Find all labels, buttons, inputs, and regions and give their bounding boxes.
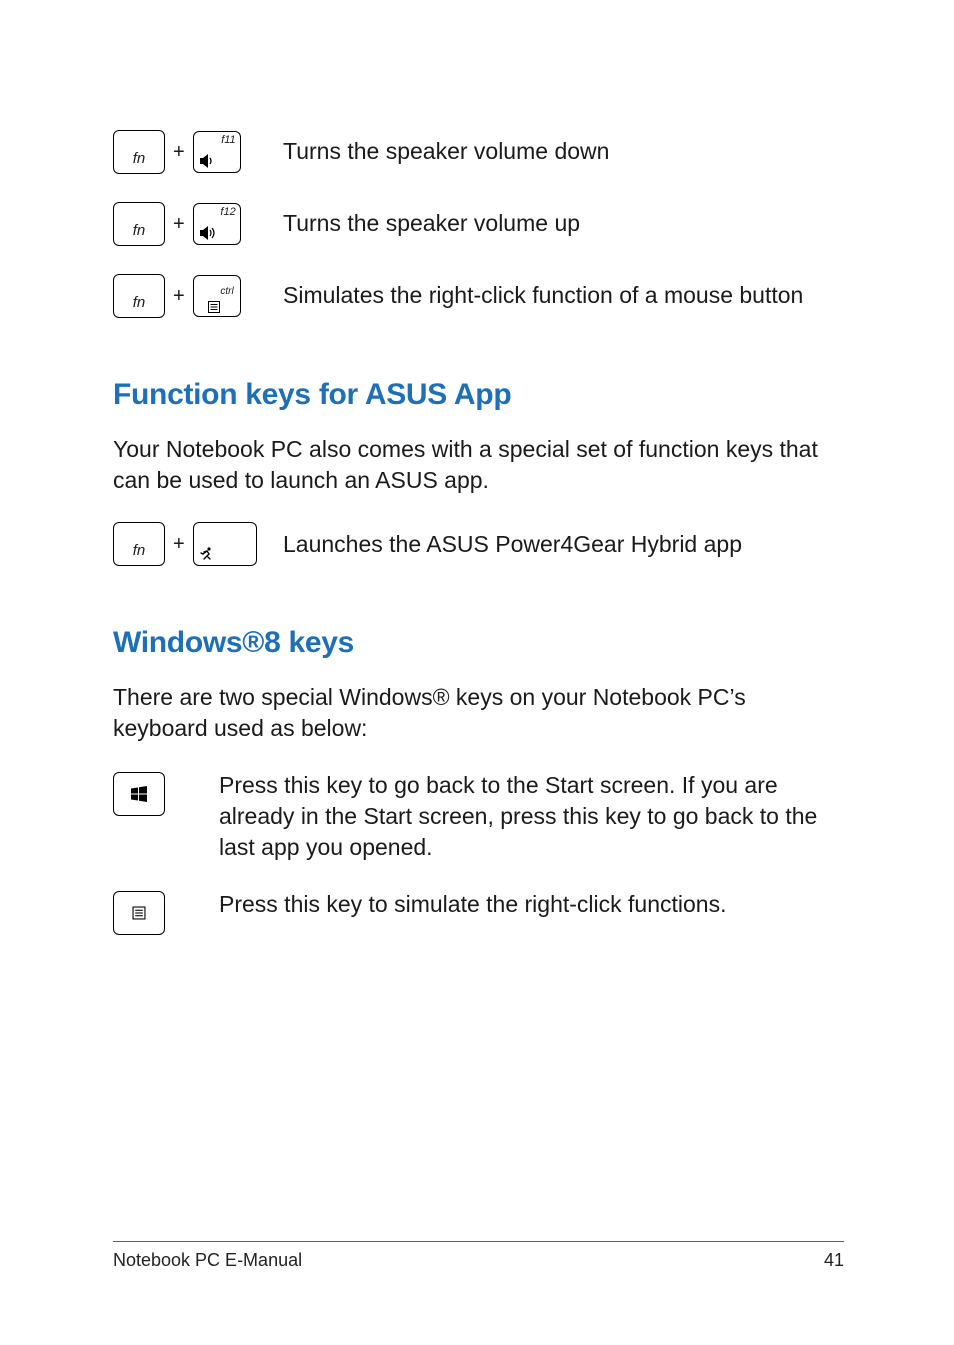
menu-key-right-click: Press this key to simulate the right-cli… [113, 889, 844, 940]
fn-key: fn [113, 130, 165, 174]
description-text: Press this key to go back to the Start s… [213, 770, 844, 863]
section-heading-windows: Windows®8 keys [113, 626, 844, 660]
fn-key: fn [113, 202, 165, 246]
f12-label: f12 [220, 206, 235, 218]
context-menu-icon [133, 907, 146, 920]
f11-label: f11 [221, 134, 235, 146]
key-combo: fn + f12 [113, 202, 263, 246]
description-text: Turns the speaker volume up [263, 208, 844, 239]
ctrl-label: ctrl [220, 286, 233, 297]
plus-sign: + [173, 213, 185, 236]
key-single [113, 770, 213, 821]
description-text: Press this key to simulate the right-cli… [213, 889, 844, 920]
page-footer: Notebook PC E-Manual 41 [113, 1241, 844, 1271]
fn-key: fn [113, 522, 165, 566]
ctrl-menu-key: ctrl [193, 275, 241, 317]
runner-icon [198, 546, 214, 562]
volume-up-icon [200, 226, 220, 240]
fn-label: fn [133, 294, 146, 317]
f12-key: f12 [193, 203, 241, 245]
menu-key [113, 891, 165, 935]
manual-page: fn + f11 Turns the speaker volume down f… [0, 0, 954, 1345]
key-combo: fn + f11 [113, 130, 263, 174]
plus-sign: + [173, 141, 185, 164]
key-combo: fn + [113, 522, 273, 566]
plus-sign: + [173, 285, 185, 308]
plus-sign: + [173, 533, 185, 556]
fn-label: fn [133, 150, 146, 173]
section-heading-asus: Function keys for ASUS App [113, 378, 844, 412]
fn-label: fn [133, 222, 146, 245]
fn-space-power4gear: fn + Launches the ASUS Power4Gear Hybrid… [113, 522, 844, 566]
section-body-asus: Your Notebook PC also comes with a speci… [113, 434, 844, 496]
space-key [193, 522, 257, 566]
section-body-windows: There are two special Windows® keys on y… [113, 682, 844, 744]
windows-key-start: Press this key to go back to the Start s… [113, 770, 844, 863]
key-single [113, 889, 213, 940]
context-menu-icon [208, 301, 220, 313]
key-combo: fn + ctrl [113, 274, 263, 318]
page-number: 41 [824, 1250, 844, 1271]
windows-logo-icon [131, 786, 147, 802]
fn-label: fn [133, 542, 146, 565]
windows-key [113, 772, 165, 816]
fn-ctrl-right-click: fn + ctrl Simulates the right-click func… [113, 274, 844, 318]
description-text: Launches the ASUS Power4Gear Hybrid app [273, 529, 844, 560]
fn-f11-volume-down: fn + f11 Turns the speaker volume down [113, 130, 844, 174]
description-text: Simulates the right-click function of a … [263, 280, 844, 311]
fn-f12-volume-up: fn + f12 Turns the speaker volume up [113, 202, 844, 246]
footer-title: Notebook PC E-Manual [113, 1250, 302, 1271]
fn-key: fn [113, 274, 165, 318]
description-text: Turns the speaker volume down [263, 136, 844, 167]
f11-key: f11 [193, 131, 241, 173]
volume-down-icon [200, 154, 218, 168]
